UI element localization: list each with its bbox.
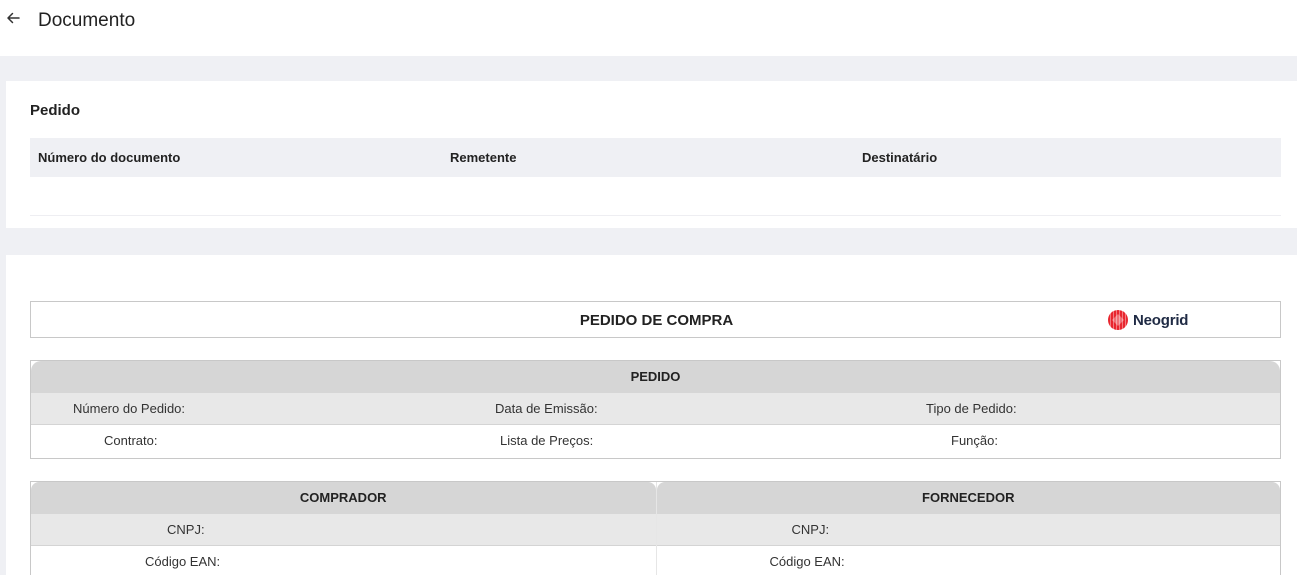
purchase-order-card: PEDIDO DE COMPRA Neogrid PEDIDO Número d…	[6, 255, 1297, 575]
column-remetente: Remetente	[450, 150, 517, 165]
parties-table: COMPRADOR CNPJ: Código EAN: FORNECEDOR C…	[30, 481, 1281, 575]
pedido-table: PEDIDO Número do Pedido: Data de Emissão…	[30, 360, 1281, 459]
funcao-label: Função:	[951, 433, 998, 448]
contrato-label: Contrato:	[104, 433, 158, 448]
comprador-ean-label: Código EAN:	[145, 554, 221, 569]
page-title: Documento	[38, 10, 136, 31]
fornecedor-row-ean: Código EAN:	[657, 546, 1281, 575]
top-bar: Documento	[0, 0, 1297, 56]
fornecedor-section: FORNECEDOR CNPJ: Código EAN:	[655, 482, 1281, 575]
pedido-table-title: PEDIDO	[31, 361, 1280, 393]
neogrid-logo-icon	[1107, 309, 1129, 331]
fornecedor-cnpj-label: CNPJ:	[791, 522, 830, 537]
fornecedor-ean-label: Código EAN:	[769, 554, 845, 569]
tipo-pedido-label: Tipo de Pedido:	[926, 401, 1017, 416]
pedido-row-1: Número do Pedido: Data de Emissão: Tipo …	[31, 393, 1280, 425]
pedido-row-2: Contrato: Lista de Preços: Função:	[31, 425, 1280, 457]
back-arrow-icon[interactable]	[5, 10, 23, 30]
pedido-card-title: Pedido	[30, 102, 81, 119]
column-numero-documento: Número do documento	[38, 150, 181, 165]
comprador-row-cnpj: CNPJ:	[31, 514, 656, 546]
fornecedor-title: FORNECEDOR	[656, 482, 1280, 514]
comprador-section: COMPRADOR CNPJ: Código EAN:	[31, 482, 656, 575]
lista-precos-label: Lista de Preços:	[500, 433, 594, 448]
column-destinatario: Destinatário	[862, 150, 938, 165]
document-table-header: Número do documento Remetente Destinatár…	[30, 138, 1281, 177]
pedido-card: Pedido Número do documento Remetente Des…	[6, 81, 1297, 228]
comprador-title: COMPRADOR	[31, 482, 656, 514]
neogrid-logo-text: Neogrid	[1133, 311, 1189, 329]
table-divider	[30, 215, 1281, 216]
neogrid-logo: Neogrid	[1107, 309, 1188, 331]
comprador-cnpj-label: CNPJ:	[167, 522, 205, 537]
comprador-row-ean: Código EAN:	[31, 546, 656, 575]
purchase-order-title: PEDIDO DE COMPRA	[579, 312, 734, 329]
numero-pedido-label: Número do Pedido:	[73, 401, 186, 416]
fornecedor-row-cnpj: CNPJ:	[656, 514, 1280, 546]
data-emissao-label: Data de Emissão:	[495, 401, 598, 416]
purchase-order-header: PEDIDO DE COMPRA Neogrid	[30, 301, 1281, 338]
